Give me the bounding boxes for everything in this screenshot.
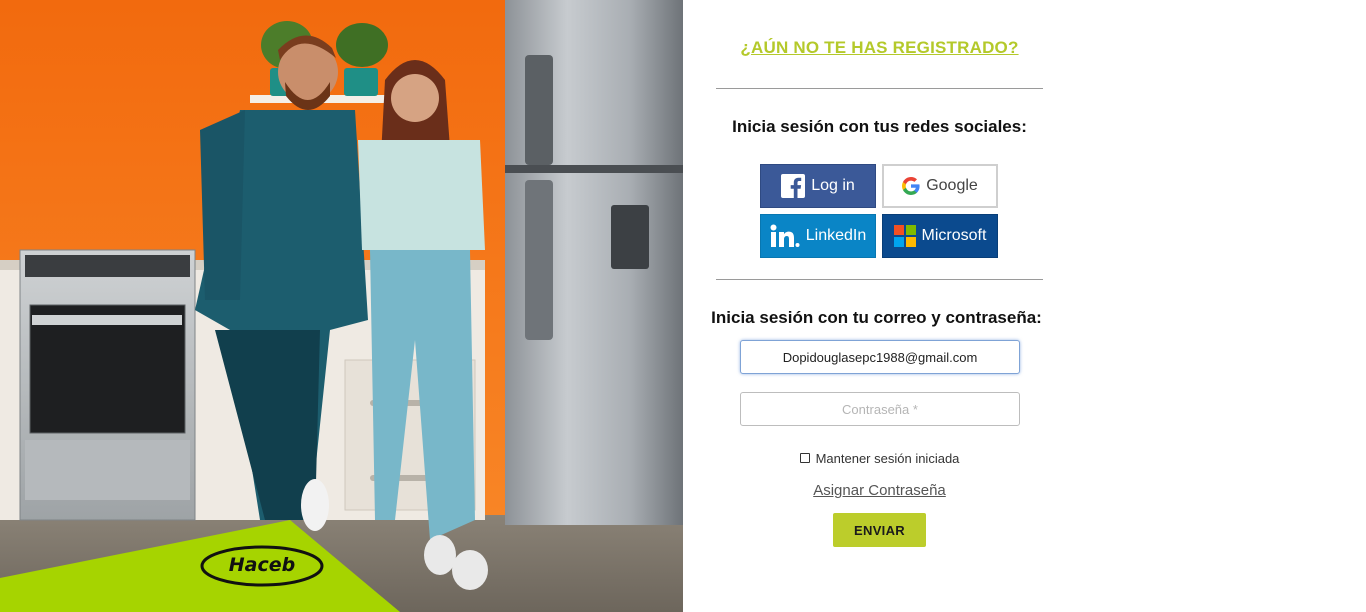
submit-button[interactable]: ENVIAR: [833, 513, 926, 547]
password-field[interactable]: [740, 392, 1020, 426]
microsoft-login-button[interactable]: Microsoft: [882, 214, 998, 258]
microsoft-icon: [893, 225, 916, 247]
checkbox-icon[interactable]: [799, 453, 810, 463]
register-link[interactable]: ¿AÚN NO TE HAS REGISTRADO?: [683, 38, 1076, 58]
linkedin-login-label: LinkedIn: [805, 227, 867, 244]
assign-password-link[interactable]: Asignar Contraseña: [683, 482, 1076, 499]
linkedin-login-button[interactable]: LinkedIn: [760, 214, 876, 258]
google-login-button[interactable]: Google: [882, 164, 998, 208]
login-panel: ¿AÚN NO TE HAS REGISTRADO? Inicia sesión…: [683, 0, 1366, 612]
remember-session-label: Mantener sesión iniciada: [815, 451, 960, 466]
haceb-logo: Haceb: [228, 554, 296, 576]
remember-session-option[interactable]: Mantener sesión iniciada: [683, 451, 1076, 466]
hero-image: Haceb: [0, 0, 683, 612]
microsoft-login-label: Microsoft: [921, 227, 987, 244]
divider-top: [716, 88, 1043, 89]
facebook-login-button[interactable]: Log in: [760, 164, 876, 208]
google-icon: [902, 177, 920, 195]
kitchen-illustration: [0, 0, 683, 612]
facebook-icon: [781, 174, 806, 198]
linkedin-icon: [770, 224, 800, 248]
google-login-label: Google: [926, 177, 978, 194]
facebook-login-label: Log in: [811, 177, 855, 194]
email-field[interactable]: [740, 340, 1020, 374]
divider-middle: [716, 279, 1043, 280]
email-login-title: Inicia sesión con tu correo y contraseña…: [711, 308, 1042, 327]
social-login-title: Inicia sesión con tus redes sociales:: [732, 117, 1027, 136]
